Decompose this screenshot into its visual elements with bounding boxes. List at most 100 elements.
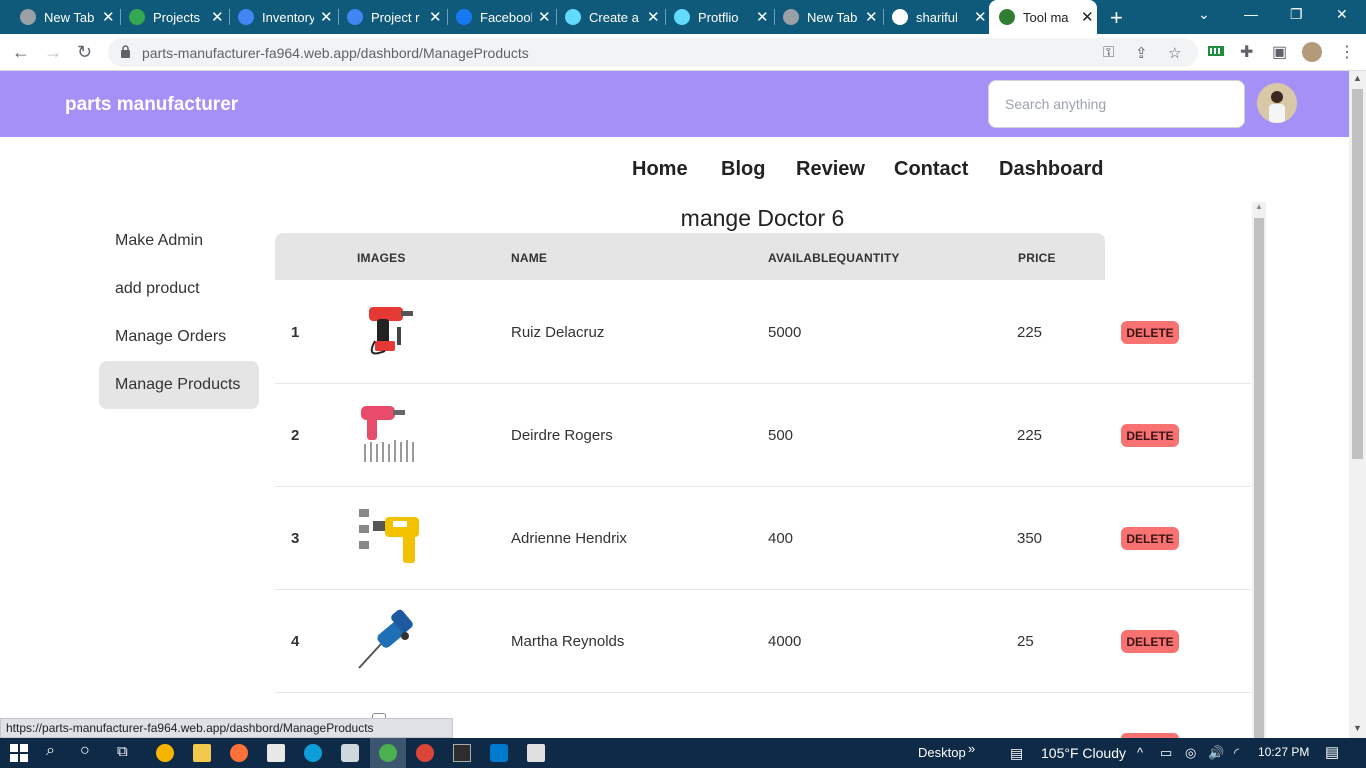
side-panel-icon[interactable]: ▣ [1272, 42, 1287, 62]
profile-avatar-icon[interactable] [1302, 42, 1322, 62]
close-tab-icon[interactable]: ✕ [1081, 8, 1094, 26]
minimize-icon[interactable]: — [1244, 6, 1258, 22]
browser-tab[interactable]: shariful ✕ [882, 0, 989, 34]
close-tab-icon[interactable]: ✕ [756, 8, 769, 26]
reload-icon[interactable]: ↻ [77, 42, 92, 63]
extension-meter-icon[interactable] [1207, 42, 1225, 60]
tool-icon [999, 9, 1015, 25]
close-window-icon[interactable]: ✕ [1336, 6, 1348, 23]
active-chrome-slot[interactable] [370, 738, 406, 768]
browser-tab[interactable]: Facebook ✕ [446, 0, 557, 34]
browser-tab[interactable]: New Tab ✕ [10, 0, 121, 34]
user-avatar[interactable] [1257, 83, 1297, 123]
key-icon[interactable]: ⚿ [1103, 44, 1114, 61]
photos-icon[interactable] [527, 744, 545, 762]
battery-icon[interactable]: ▭ [1160, 745, 1172, 761]
google-docs-icon [347, 9, 363, 25]
tab-title: New Tab [44, 9, 95, 25]
react-icon [565, 9, 581, 25]
snipping-tool-icon[interactable] [267, 744, 285, 762]
omnibox[interactable]: parts-manufacturer-fa964.web.app/dashbor… [108, 38, 1198, 67]
nav-link-dashboard[interactable]: Dashboard [999, 158, 1103, 181]
wifi-icon[interactable]: ◜ [1234, 745, 1239, 761]
vscode-icon[interactable] [490, 744, 508, 762]
delete-button[interactable]: DELETE [1121, 321, 1179, 344]
rotary-hammer-icon [355, 606, 421, 672]
browser-menu-icon[interactable]: ⋮ [1339, 42, 1355, 62]
speaker-icon[interactable]: 🔊 [1208, 745, 1224, 761]
back-icon[interactable]: ← [12, 42, 30, 63]
close-tab-icon[interactable]: ✕ [211, 8, 224, 26]
page-scrollbar-thumb[interactable] [1352, 89, 1363, 459]
tab-title: Project r [371, 9, 420, 25]
nav-link-home[interactable]: Home [632, 158, 688, 181]
extensions-puzzle-icon[interactable]: ✚ [1240, 42, 1253, 62]
app-icon[interactable] [341, 744, 359, 762]
browser-tab[interactable]: Tool ma ✕ [989, 0, 1097, 34]
chrome-icon[interactable] [416, 744, 434, 762]
notification-icon[interactable]: ▤ [1325, 743, 1339, 761]
page-scroll-up-icon[interactable]: ▲ [1353, 73, 1362, 83]
windows-start-icon[interactable] [10, 744, 28, 762]
browser-tab[interactable]: Protflio ✕ [664, 0, 775, 34]
task-view-icon[interactable]: ⧉ [117, 743, 128, 760]
close-tab-icon[interactable]: ✕ [429, 8, 442, 26]
search-icon[interactable]: ⌕ [46, 742, 55, 760]
tab-title: Facebook [480, 9, 532, 25]
close-tab-icon[interactable]: ✕ [974, 8, 987, 26]
browser-tab[interactable]: New Tab ✕ [773, 0, 884, 34]
search-input[interactable] [988, 80, 1245, 128]
chevron-up-icon[interactable]: ^ [1137, 745, 1143, 760]
firefox-icon[interactable] [230, 744, 248, 762]
browser-tab[interactable]: Inventory ✕ [228, 0, 339, 34]
nav-link-contact[interactable]: Contact [894, 158, 968, 181]
delete-button[interactable]: DELETE [1121, 630, 1179, 653]
share-icon[interactable]: ⇪ [1135, 44, 1148, 62]
close-tab-icon[interactable]: ✕ [320, 8, 333, 26]
new-tab-button[interactable]: + [1110, 5, 1123, 31]
browser-tab[interactable]: Project r ✕ [337, 0, 448, 34]
page-scrollbar[interactable]: ▲ ▼ [1349, 71, 1366, 738]
device-icon[interactable]: ◎ [1185, 745, 1196, 761]
news-widget-icon[interactable]: ▤ [1010, 745, 1023, 762]
sidebar-item-manage-products[interactable]: Manage Products [99, 361, 259, 409]
bookmark-star-icon[interactable]: ☆ [1168, 44, 1181, 62]
chevron-right-icon[interactable]: » [968, 741, 975, 756]
nav-link-blog[interactable]: Blog [721, 158, 765, 181]
cortana-icon[interactable]: ○ [80, 742, 90, 760]
browser-tab[interactable]: Create a ✕ [555, 0, 666, 34]
chrome-canary-icon[interactable] [156, 744, 174, 762]
terminal-icon[interactable] [453, 744, 471, 762]
file-explorer-icon[interactable] [193, 744, 211, 762]
forward-icon[interactable]: → [44, 42, 62, 63]
brand-logo[interactable]: parts manufacturer [65, 94, 238, 116]
desktop-toolbar-label[interactable]: Desktop [918, 745, 966, 760]
product-name: Ruiz Delacruz [511, 324, 605, 341]
weather-text[interactable]: 105°F Cloudy [1041, 745, 1126, 761]
column-header-price: PRICE [1018, 251, 1056, 265]
close-tab-icon[interactable]: ✕ [647, 8, 660, 26]
user-photo-icon [1257, 83, 1297, 123]
delete-button[interactable]: DELETE [1121, 424, 1179, 447]
edge-icon[interactable] [304, 744, 322, 762]
close-tab-icon[interactable]: ✕ [102, 8, 115, 26]
close-tab-icon[interactable]: ✕ [865, 8, 878, 26]
row-number: 3 [291, 530, 300, 547]
tab-title: Tool ma [1023, 9, 1069, 25]
tab-search-icon[interactable]: ⌄ [1198, 6, 1210, 23]
product-name: Adrienne Hendrix [511, 530, 627, 547]
table-scrollbar[interactable]: ▲ [1252, 202, 1266, 738]
delete-button[interactable]: DELETE [1121, 527, 1179, 550]
scroll-up-icon[interactable]: ▲ [1255, 202, 1263, 211]
browser-tab[interactable]: Projects ✕ [119, 0, 230, 34]
nav-link-review[interactable]: Review [796, 158, 865, 181]
close-tab-icon[interactable]: ✕ [538, 8, 551, 26]
page-scroll-down-icon[interactable]: ▼ [1353, 723, 1362, 733]
clock-text[interactable]: 10:27 PM [1258, 745, 1309, 759]
sidebar-item-add-product[interactable]: add product [99, 265, 259, 313]
restore-icon[interactable]: ❐ [1290, 6, 1303, 23]
table-scrollbar-thumb[interactable] [1254, 218, 1264, 738]
sidebar-item-manage-orders[interactable]: Manage Orders [99, 313, 259, 361]
chrome-icon [783, 9, 799, 25]
drill-icon [355, 297, 421, 363]
